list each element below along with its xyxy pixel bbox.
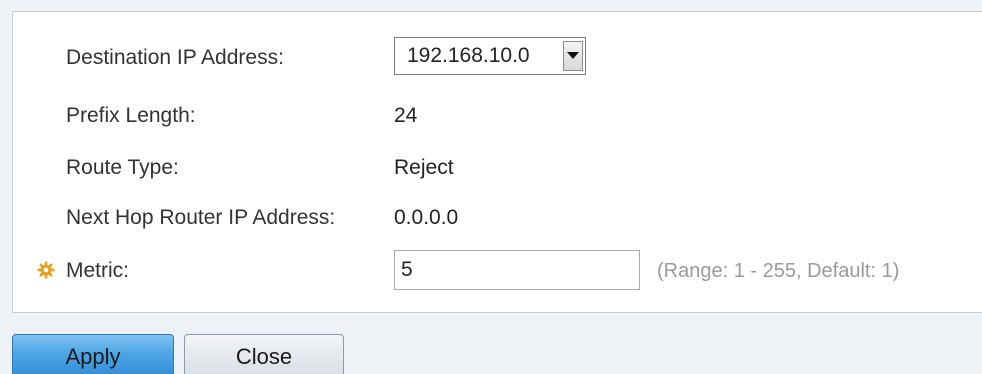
gear-icon (37, 261, 55, 279)
route-type-value: Reject (394, 156, 454, 179)
close-button[interactable]: Close (184, 334, 344, 374)
dropdown-arrow-button[interactable] (563, 41, 583, 71)
destination-ip-select[interactable]: 192.168.10.0 (394, 37, 586, 75)
metric-input[interactable] (394, 250, 640, 290)
apply-button[interactable]: Apply (12, 334, 174, 374)
next-hop-value: 0.0.0.0 (394, 206, 459, 229)
next-hop-label: Next Hop Router IP Address: (66, 206, 336, 229)
destination-ip-selected-value: 192.168.10.0 (407, 44, 530, 67)
route-type-label: Route Type: (66, 156, 179, 179)
prefix-length-label: Prefix Length: (66, 104, 196, 127)
chevron-down-icon (567, 52, 579, 59)
metric-label: Metric: (66, 259, 129, 282)
destination-ip-label: Destination IP Address: (66, 46, 284, 69)
edit-route-dialog: Destination IP Address: 192.168.10.0 Pre… (0, 0, 982, 374)
metric-range-hint: (Range: 1 - 255, Default: 1) (657, 260, 900, 282)
prefix-length-value: 24 (394, 104, 418, 127)
